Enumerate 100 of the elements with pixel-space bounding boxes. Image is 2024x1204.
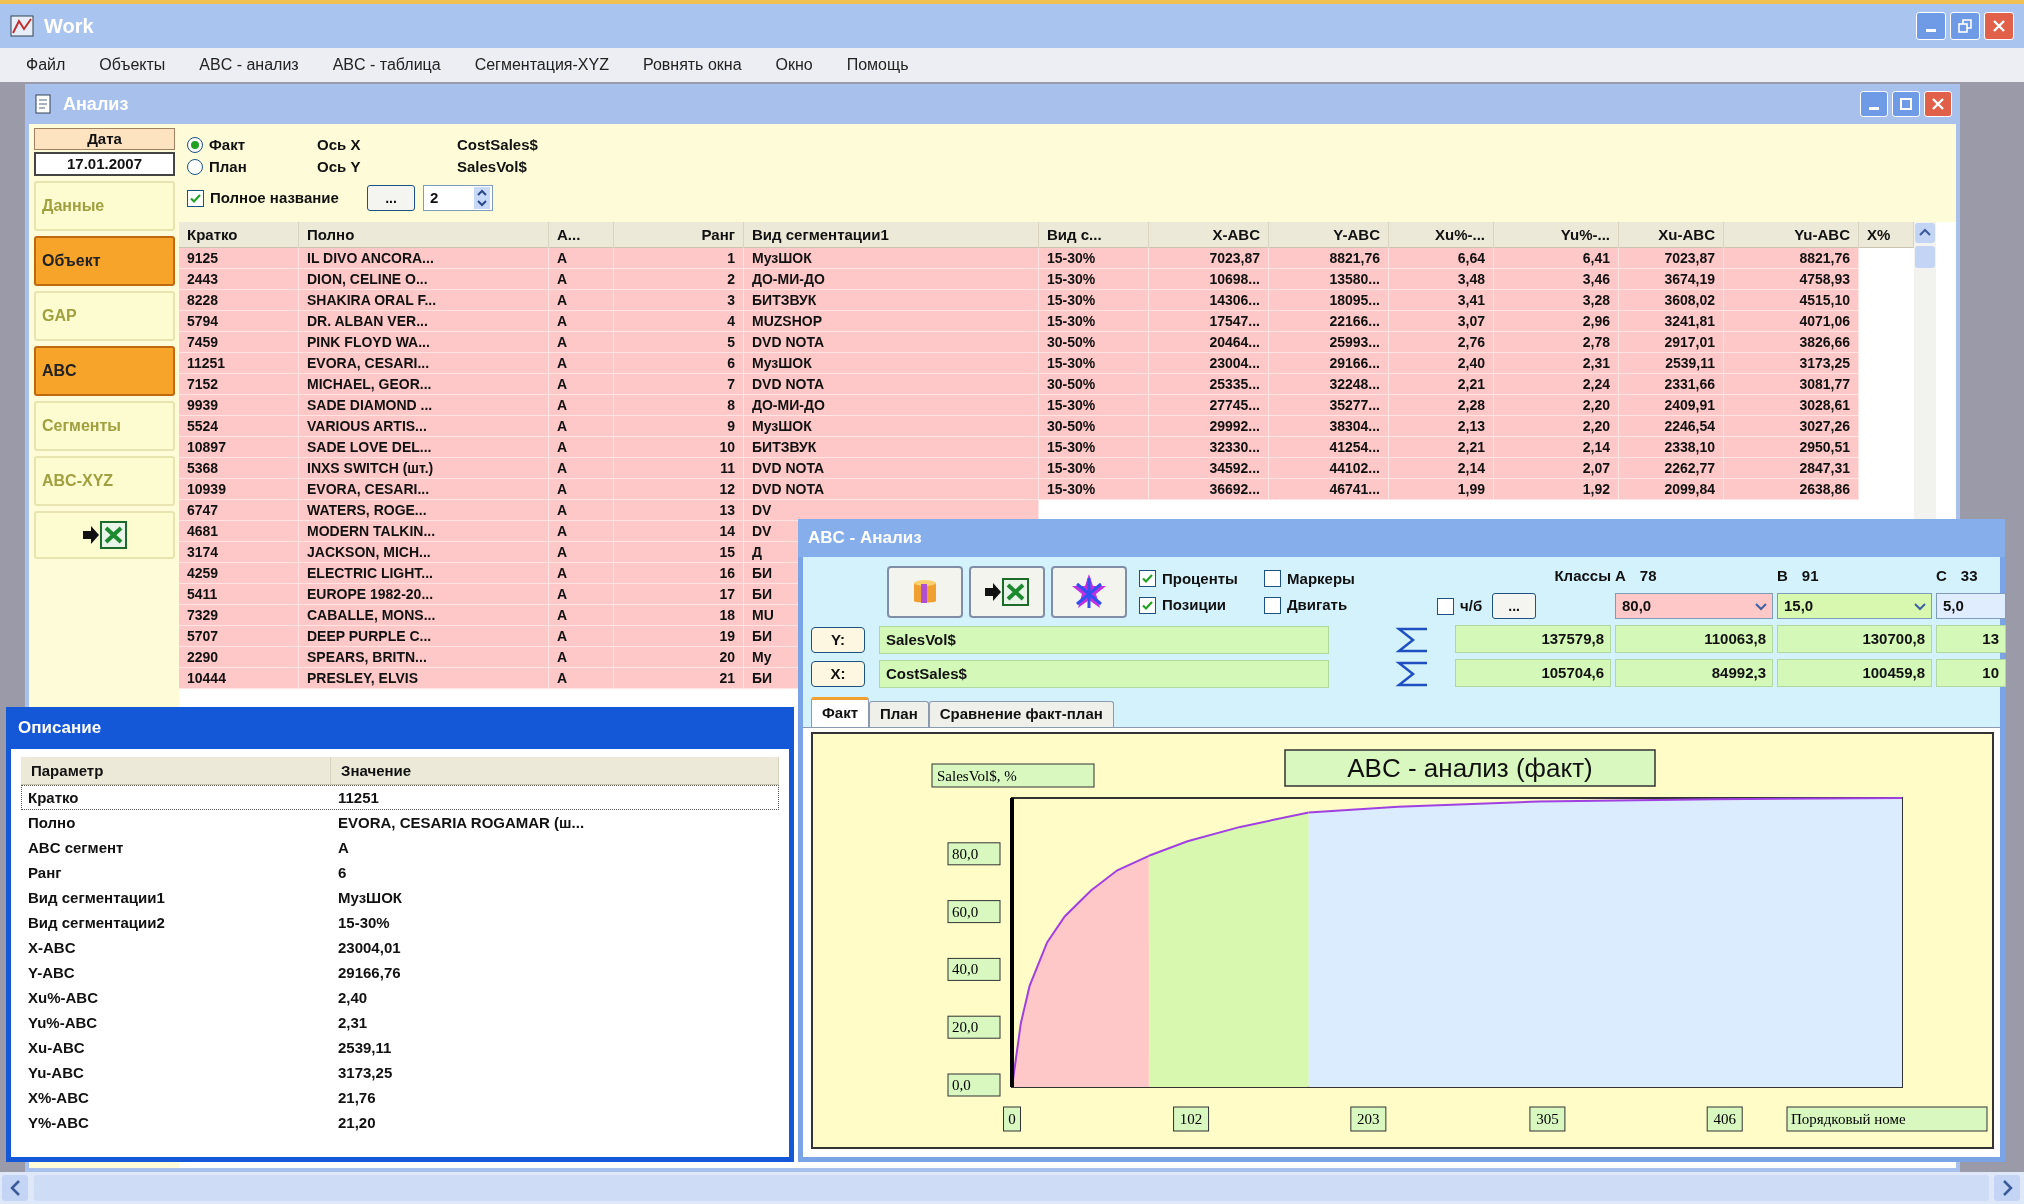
class-count: 33 bbox=[1960, 566, 1978, 586]
minimize-button[interactable] bbox=[1916, 12, 1946, 40]
property-row[interactable]: Кратко 11251 bbox=[21, 785, 779, 810]
property-row[interactable]: Yu%-ABC 2,31 bbox=[21, 1010, 779, 1035]
parameter-name: Вид сегментации1 bbox=[27, 888, 166, 908]
table-cell: 22166... bbox=[1269, 311, 1389, 332]
menu-item[interactable]: ABC - таблица bbox=[322, 53, 451, 77]
radio-button[interactable] bbox=[187, 159, 203, 175]
x-axis-label: Порядковый номе bbox=[1786, 1106, 1988, 1132]
table-cell: VARIOUS ARTIS... bbox=[299, 416, 549, 437]
chart-tab[interactable]: План bbox=[869, 701, 929, 727]
table-cell: 18095... bbox=[1269, 290, 1389, 311]
class-count: 91 bbox=[1801, 566, 1819, 586]
menu-item[interactable]: ABC - анализ bbox=[189, 53, 309, 77]
table-cell: CABALLE, MONS... bbox=[299, 605, 549, 626]
menu-item[interactable]: Окно bbox=[765, 53, 823, 77]
menu-item[interactable]: Ровнять окна bbox=[632, 53, 752, 77]
axis-button[interactable]: Y: bbox=[811, 627, 865, 653]
axis-value: SalesVol$ bbox=[457, 156, 528, 177]
table-cell: A bbox=[549, 626, 614, 647]
table-cell: A bbox=[549, 584, 614, 605]
x-tick-label: 406 bbox=[1706, 1106, 1743, 1132]
table-cell: МузШОК bbox=[744, 416, 1039, 437]
table-cell: 35277... bbox=[1269, 395, 1389, 416]
table-cell: 15-30% bbox=[1039, 395, 1149, 416]
class-name: B bbox=[1777, 566, 1788, 586]
option-checkbox[interactable] bbox=[1139, 596, 1156, 614]
table-cell: A bbox=[549, 416, 614, 437]
menu-item[interactable]: Объекты bbox=[89, 53, 176, 77]
axis-field[interactable]: CostSales$ bbox=[879, 660, 1329, 688]
property-row[interactable]: Ранг 6 bbox=[21, 860, 779, 885]
column-header[interactable]: Значение bbox=[331, 757, 779, 785]
property-row[interactable]: Y%-ABC 21,20 bbox=[21, 1110, 779, 1135]
classes-browse-button[interactable]: ... bbox=[1492, 593, 1537, 619]
table-cell: 2,78 bbox=[1494, 332, 1619, 353]
monochrome-checkbox[interactable] bbox=[1437, 597, 1454, 615]
property-row[interactable]: Y-ABC 29166,76 bbox=[21, 960, 779, 985]
radio-label: Факт bbox=[209, 134, 245, 155]
parameter-value: 21,76 bbox=[337, 1088, 377, 1108]
menu-item[interactable]: Помощь bbox=[836, 53, 919, 77]
property-row[interactable]: X-ABC 23004,01 bbox=[21, 935, 779, 960]
sum-value: 84992,3 bbox=[1615, 659, 1773, 687]
database-button[interactable] bbox=[887, 566, 963, 618]
axis-field[interactable]: SalesVol$ bbox=[879, 626, 1329, 654]
star-figure-button[interactable] bbox=[1051, 566, 1127, 618]
date-field[interactable]: 17.01.2007 bbox=[34, 152, 175, 176]
property-row[interactable]: Полно EVORA, CESARIA ROGAMAR (ш... bbox=[21, 810, 779, 835]
chart-tab[interactable]: Факт bbox=[811, 697, 869, 727]
threshold-dropdown[interactable]: 80,0 bbox=[1615, 593, 1773, 619]
table-cell: IL DIVO ANCORA... bbox=[299, 248, 549, 269]
table-cell: 2443 bbox=[179, 269, 299, 290]
table-cell: EUROPE 1982-20... bbox=[299, 584, 549, 605]
table-cell: SADE LOVE DEL... bbox=[299, 437, 549, 458]
property-row[interactable]: X%-ABC 21,76 bbox=[21, 1085, 779, 1110]
threshold-dropdown[interactable]: 15,0 bbox=[1777, 593, 1932, 619]
parameter-name: Y-ABC bbox=[27, 963, 76, 983]
browse-button[interactable]: ... bbox=[367, 185, 415, 211]
table-cell: 2,21 bbox=[1389, 374, 1494, 395]
maximize-button[interactable] bbox=[1892, 91, 1920, 117]
property-row[interactable]: Xu-ABC 2539,11 bbox=[21, 1035, 779, 1060]
restore-button[interactable] bbox=[1950, 12, 1980, 40]
x-tick-label: 305 bbox=[1536, 1111, 1559, 1127]
minimize-button[interactable] bbox=[1860, 91, 1888, 117]
table-cell: 4681 bbox=[179, 521, 299, 542]
table-cell: SPEARS, BRITN... bbox=[299, 647, 549, 668]
parameter-name: Кратко bbox=[27, 788, 80, 808]
table-cell: 2,31 bbox=[1494, 353, 1619, 374]
close-button[interactable] bbox=[1924, 91, 1952, 117]
table-cell: EVORA, CESARI... bbox=[299, 353, 549, 374]
table-cell: 15 bbox=[614, 542, 744, 563]
table-cell: 2539,11 bbox=[1619, 353, 1724, 374]
option-checkbox[interactable] bbox=[1263, 596, 1281, 614]
menu-item[interactable]: Сегментация-XYZ bbox=[464, 53, 619, 77]
sidebar-tab[interactable]: ABC bbox=[34, 346, 175, 396]
export-button[interactable] bbox=[969, 566, 1045, 618]
column-header[interactable]: Параметр bbox=[21, 757, 331, 785]
property-row[interactable]: Вид сегментации1 МузШОК bbox=[21, 885, 779, 910]
option-checkbox[interactable] bbox=[1263, 570, 1281, 588]
table-cell: 7023,87 bbox=[1619, 248, 1724, 269]
full-name-checkbox[interactable] bbox=[187, 189, 204, 207]
number-spinner[interactable]: 2 bbox=[423, 185, 493, 211]
menu-item[interactable]: Файл bbox=[16, 53, 76, 77]
horizontal-scrollbar[interactable] bbox=[0, 1172, 2024, 1204]
table-cell: 3,46 bbox=[1494, 269, 1619, 290]
axis-button[interactable]: X: bbox=[811, 661, 865, 687]
property-row[interactable]: ABC сегмент A bbox=[21, 835, 779, 860]
table-cell: 5368 bbox=[179, 458, 299, 479]
radio-button[interactable] bbox=[187, 137, 203, 153]
sidebar-tab[interactable]: Объект bbox=[34, 236, 175, 286]
chart-tab[interactable]: Сравнение факт-план bbox=[928, 701, 1114, 727]
option-checkbox[interactable] bbox=[1139, 570, 1156, 588]
property-row[interactable]: Yu-ABC 3173,25 bbox=[21, 1060, 779, 1085]
threshold-dropdown[interactable]: 5,0 bbox=[1936, 593, 2006, 619]
table-cell: DVD NOTA bbox=[744, 332, 1039, 353]
table-cell: 15-30% bbox=[1039, 290, 1149, 311]
close-button[interactable] bbox=[1984, 12, 2014, 40]
y-tick-label: 40,0 bbox=[947, 957, 1001, 981]
table-cell: 4 bbox=[614, 311, 744, 332]
property-row[interactable]: Xu%-ABC 2,40 bbox=[21, 985, 779, 1010]
property-row[interactable]: Вид сегментации2 15-30% bbox=[21, 910, 779, 935]
